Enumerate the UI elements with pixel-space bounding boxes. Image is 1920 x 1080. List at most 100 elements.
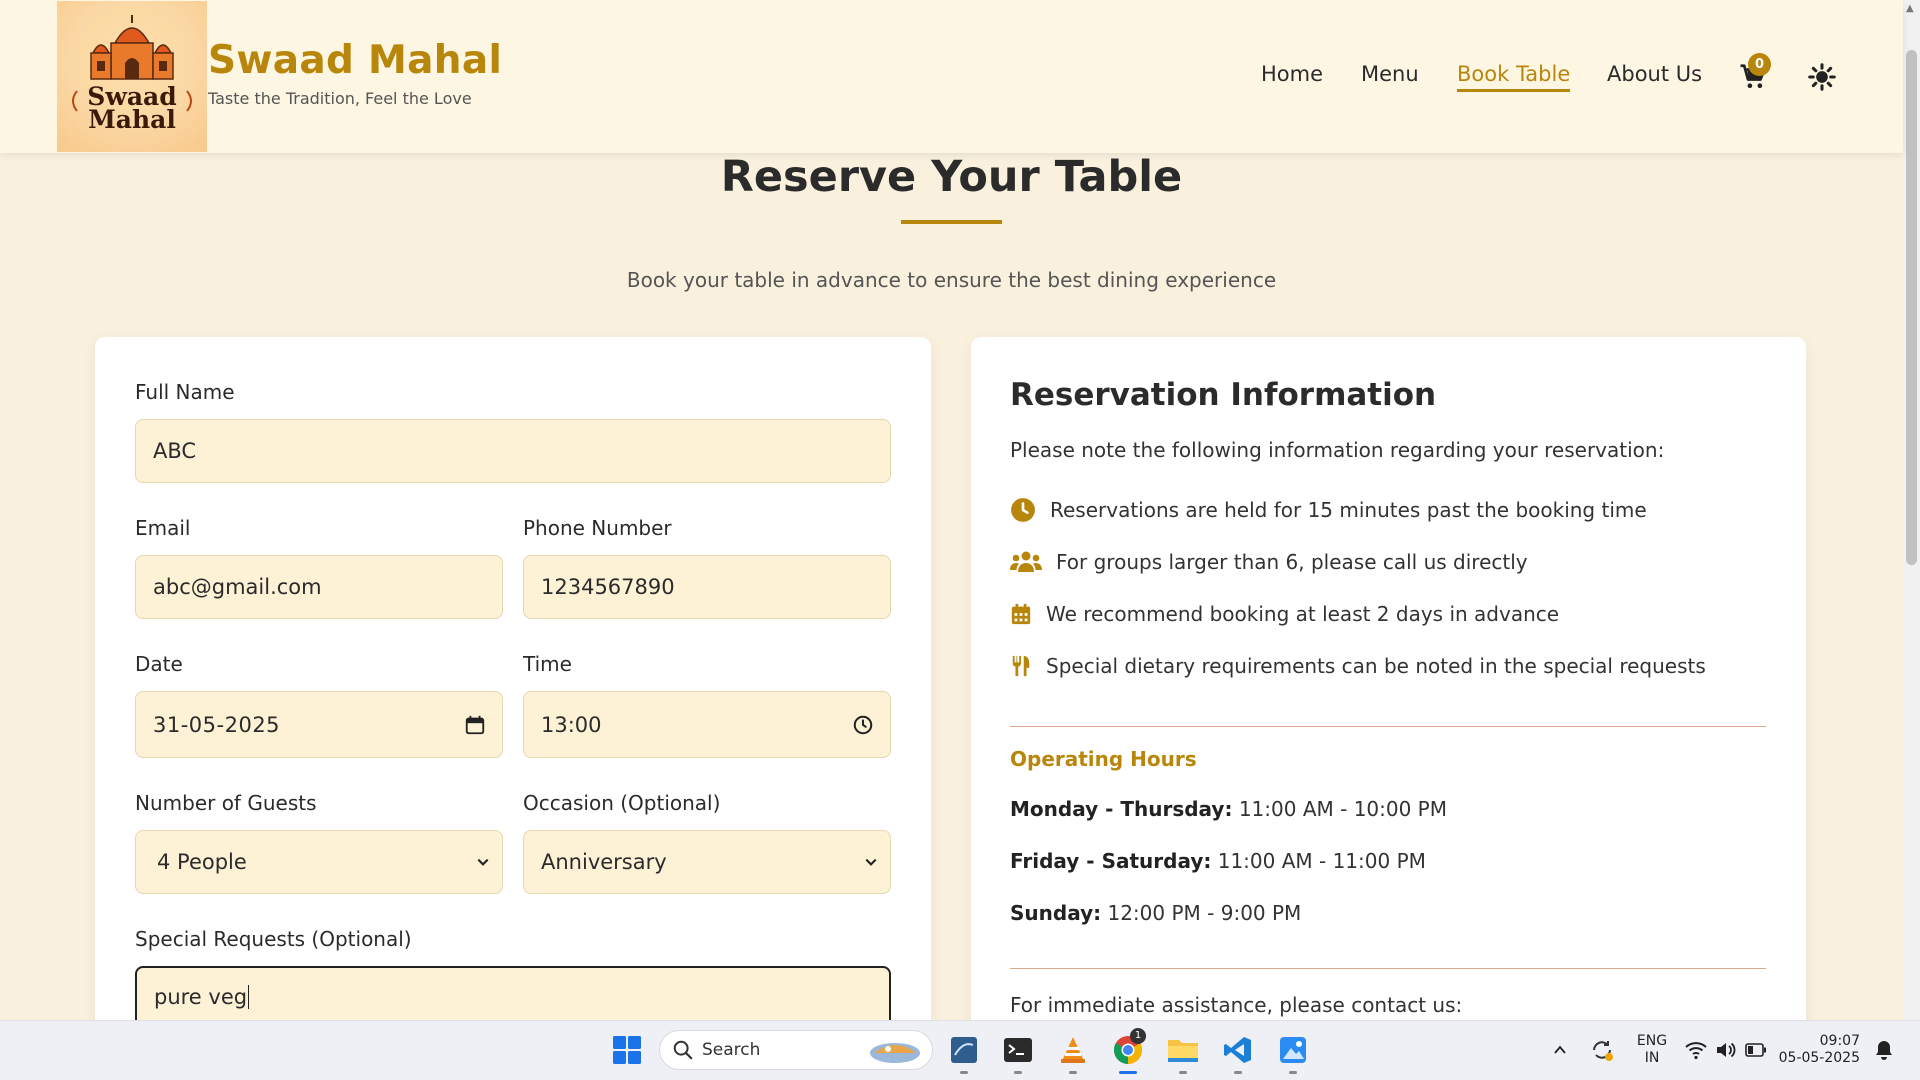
hours-day: Monday - Thursday:: [1010, 797, 1233, 821]
running-indicator: [960, 1071, 968, 1074]
running-indicator: [1069, 1071, 1077, 1074]
full-name-value: ABC: [153, 439, 197, 463]
brand-title[interactable]: Swaad Mahal: [208, 38, 502, 83]
notification-bell-icon[interactable]: [1874, 1039, 1894, 1061]
divider: [1010, 726, 1766, 727]
assistance-text: For immediate assistance, please contact…: [1010, 993, 1463, 1017]
title-underline: [901, 220, 1002, 224]
info-item-text: For groups larger than 6, please call us…: [1056, 550, 1528, 574]
windows-start-icon[interactable]: [607, 1030, 647, 1070]
utensils-icon: [1012, 655, 1030, 677]
taskbar-search[interactable]: Search: [659, 1030, 933, 1070]
clock-picker-icon[interactable]: [852, 714, 874, 736]
nav-home[interactable]: Home: [1261, 62, 1323, 86]
operating-hours-title: Operating Hours: [1010, 747, 1197, 771]
hours-row: Sunday: 12:00 PM - 9:00 PM: [1010, 901, 1301, 925]
wifi-icon[interactable]: [1685, 1040, 1707, 1060]
info-intro: Please note the following information re…: [1010, 438, 1665, 462]
running-indicator: [1179, 1071, 1187, 1074]
chrome-notification-badge: 1: [1130, 1028, 1146, 1044]
volume-icon[interactable]: [1715, 1040, 1737, 1060]
guests-label: Number of Guests: [135, 791, 317, 815]
hours-time: 12:00 PM - 9:00 PM: [1107, 901, 1302, 925]
date-value: 31-05-2025: [153, 712, 281, 737]
running-indicator: [1289, 1071, 1297, 1074]
logo-text: Swaad Mahal: [57, 84, 207, 134]
full-name-label: Full Name: [135, 380, 235, 404]
occasion-label: Occasion (Optional): [523, 791, 721, 815]
info-item: We recommend booking at least 2 days in …: [1010, 601, 1559, 627]
phone-input[interactable]: 1234567890: [523, 555, 891, 619]
hours-row: Friday - Saturday: 11:00 AM - 11:00 PM: [1010, 849, 1426, 873]
email-input[interactable]: abc@gmail.com: [135, 555, 503, 619]
vlc-icon[interactable]: [1053, 1030, 1093, 1070]
time-value: 13:00: [541, 712, 602, 737]
clock-icon: [1011, 498, 1035, 522]
system-clock[interactable]: 09:07 05-05-2025: [1778, 1033, 1860, 1067]
text-caret: [248, 985, 250, 1009]
brand-tagline: Taste the Tradition, Feel the Love: [208, 89, 472, 108]
info-title: Reservation Information: [1010, 377, 1437, 413]
battery-icon[interactable]: [1745, 1042, 1767, 1058]
chevron-up-icon[interactable]: [1553, 1043, 1567, 1057]
info-item-text: Reservations are held for 15 minutes pas…: [1050, 498, 1647, 522]
page-subtitle: Book your table in advance to ensure the…: [626, 268, 1277, 292]
file-explorer-icon[interactable]: [1163, 1030, 1203, 1070]
language-region: IN: [1644, 1050, 1660, 1066]
info-item: For groups larger than 6, please call us…: [1010, 549, 1528, 575]
special-requests-label: Special Requests (Optional): [135, 927, 412, 951]
terminal-icon[interactable]: [998, 1030, 1038, 1070]
info-item-text: Special dietary requirements can be note…: [1046, 654, 1706, 678]
time-input[interactable]: 13:00: [523, 691, 891, 758]
nav-book-table[interactable]: Book Table: [1457, 62, 1571, 92]
search-label: Search: [702, 1040, 761, 1060]
clock-date: 05-05-2025: [1778, 1050, 1860, 1066]
date-input[interactable]: 31-05-2025: [135, 691, 503, 758]
info-item-text: We recommend booking at least 2 days in …: [1046, 602, 1560, 626]
nav-menu[interactable]: Menu: [1361, 62, 1419, 86]
hours-row: Monday - Thursday: 11:00 AM - 10:00 PM: [1010, 797, 1447, 821]
scroll-up-arrow-icon[interactable]: ▲: [1906, 3, 1914, 14]
sync-icon[interactable]: [1590, 1038, 1614, 1062]
active-indicator: [1119, 1071, 1137, 1074]
hours-day: Friday - Saturday:: [1010, 849, 1212, 873]
logo-text-line2: Mahal: [88, 105, 176, 134]
search-icon: [673, 1040, 693, 1060]
cart-count-badge: 0: [1748, 53, 1771, 76]
vscode-icon[interactable]: [1218, 1030, 1258, 1070]
date-label: Date: [135, 652, 183, 676]
phone-label: Phone Number: [523, 516, 672, 540]
divider: [1010, 968, 1766, 969]
language-indicator[interactable]: ENG IN: [1632, 1033, 1672, 1067]
chevron-down-icon: [477, 858, 489, 866]
sun-icon[interactable]: [1808, 63, 1836, 91]
clock-time: 09:07: [1819, 1033, 1860, 1049]
users-icon: [1010, 551, 1042, 572]
email-label: Email: [135, 516, 191, 540]
search-highlight-icon: [870, 1043, 920, 1063]
scrollbar-thumb[interactable]: [1906, 50, 1917, 565]
hours-time: 11:00 AM - 10:00 PM: [1238, 797, 1448, 821]
calendar-icon: [1011, 603, 1031, 625]
occasion-select[interactable]: Anniversary: [523, 830, 891, 894]
photos-app-icon[interactable]: [1273, 1030, 1313, 1070]
special-requests-value: pure veg: [154, 985, 248, 1009]
language-code: ENG: [1636, 1033, 1668, 1049]
email-value: abc@gmail.com: [153, 575, 322, 599]
chevron-down-icon: [865, 858, 877, 866]
occasion-selected-value: Anniversary: [541, 850, 667, 874]
info-item: Special dietary requirements can be note…: [1010, 653, 1706, 679]
guests-select[interactable]: 4 People: [135, 830, 503, 894]
site-header: Swaad Mahal Swaad Mahal Taste the Tradit…: [0, 0, 1903, 153]
mysql-workbench-icon[interactable]: [944, 1030, 984, 1070]
reservation-form: Full Name ABC Email abc@gmail.com Phone …: [95, 337, 931, 1057]
running-indicator: [1014, 1071, 1022, 1074]
brand: Swaad Mahal Taste the Tradition, Feel th…: [208, 38, 502, 108]
full-name-input[interactable]: ABC: [135, 419, 891, 483]
hours-time: 11:00 AM - 11:00 PM: [1217, 849, 1426, 873]
time-label: Time: [523, 652, 572, 676]
nav-about-us[interactable]: About Us: [1607, 62, 1702, 86]
page-title: Reserve Your Table: [720, 152, 1183, 202]
calendar-picker-icon[interactable]: [464, 714, 486, 736]
restaurant-logo[interactable]: Swaad Mahal: [57, 1, 207, 152]
